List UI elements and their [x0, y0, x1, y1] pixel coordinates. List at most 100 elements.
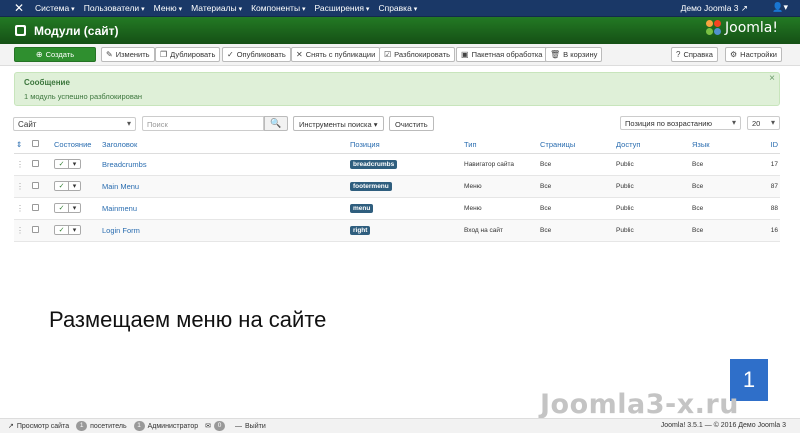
row-checkbox[interactable] [30, 219, 52, 242]
check-icon: ☑ [384, 50, 392, 59]
drag-handle-icon[interactable]: ⋮ [14, 153, 30, 176]
select-all-checkbox[interactable] [30, 137, 52, 154]
ordering-select[interactable]: Позиция по возрастанию [620, 116, 741, 130]
table-header-row: ⇕ Состояние Заголовок Позиция Тип Страни… [14, 137, 780, 154]
duplicate-button[interactable]: ❐ Дублировать [155, 47, 221, 62]
site-link[interactable]: Демо Joomla 3 ↗ [681, 3, 748, 14]
create-button[interactable]: ⊕ Создать [14, 47, 96, 62]
admins-status: 1 Администратор [133, 421, 198, 431]
mail-icon: ✉ [205, 423, 211, 430]
slide-caption: Размещаем меню на сайте [49, 307, 327, 332]
module-title-link[interactable]: Login Form [100, 219, 348, 242]
toolbar: ⊕ Создать ✎ Изменить ❐ Дублировать ✓ Опублик… [0, 44, 800, 66]
module-language: Все [690, 153, 764, 176]
module-id: 87 [764, 175, 780, 198]
state-toggle[interactable]: ✓ ▾ [52, 175, 100, 198]
col-title[interactable]: Заголовок [100, 137, 348, 154]
col-state[interactable]: Состояние [52, 137, 100, 154]
options-button[interactable]: ⚙ Настройки [725, 47, 782, 62]
row-checkbox[interactable] [30, 153, 52, 176]
success-alert: Сообщение 1 модуль успешно разблокирован… [14, 72, 780, 106]
module-type: Навигатор сайта [462, 153, 538, 176]
joomla-logo-icon [706, 20, 722, 36]
sort-icon[interactable]: ⇕ [14, 137, 30, 154]
check-icon[interactable]: ✓ [55, 226, 69, 234]
cross-icon: ✕ [296, 50, 303, 59]
col-access[interactable]: Доступ [614, 137, 690, 154]
col-type[interactable]: Тип [462, 137, 538, 154]
drag-handle-icon[interactable]: ⋮ [14, 175, 30, 198]
logout-link[interactable]: — Выйти [235, 423, 266, 430]
check-icon: ✓ [227, 50, 234, 59]
module-title-link[interactable]: Main Menu [100, 175, 348, 198]
user-icon[interactable]: 👤▾ [772, 2, 788, 13]
drag-handle-icon[interactable]: ⋮ [14, 197, 30, 220]
status-bar: ↗ Просмотр сайта 1 посетитель 1 Администрат… [0, 418, 800, 433]
table-row: ⋮ ✓ ▾ Main Menu footermenu Меню Все Publi… [14, 175, 780, 198]
joomla-icon[interactable]: ✕ [12, 1, 26, 15]
clear-button[interactable]: Очистить [389, 116, 434, 131]
publish-button[interactable]: ✓ Опубликовать [222, 47, 291, 62]
state-toggle[interactable]: ✓ ▾ [52, 153, 100, 176]
limit-select[interactable]: 20 [747, 116, 780, 130]
check-icon[interactable]: ✓ [55, 204, 69, 212]
module-title-link[interactable]: Breadcrumbs [100, 153, 348, 176]
unpublish-button[interactable]: ✕ Снять с публикации [291, 47, 381, 62]
chevron-down-icon[interactable]: ▾ [69, 204, 80, 212]
alert-message: 1 модуль успешно разблокирован [24, 92, 143, 101]
module-language: Все [690, 175, 764, 198]
check-icon[interactable]: ✓ [55, 182, 69, 190]
client-select[interactable]: Сайт [13, 117, 136, 131]
trash-icon: 🗑 [550, 50, 561, 59]
col-position[interactable]: Позиция [348, 137, 462, 154]
help-icon: ? [676, 50, 681, 59]
cube-icon [15, 25, 26, 36]
state-toggle[interactable]: ✓ ▾ [52, 197, 100, 220]
help-button[interactable]: ? Справка [671, 47, 718, 62]
module-pages: Все [538, 219, 614, 242]
col-language[interactable]: Язык [690, 137, 764, 154]
menu-help[interactable]: Справка [378, 3, 417, 13]
batch-button[interactable]: ▣ Пакетная обработка [456, 47, 548, 62]
position-badge: right [348, 219, 462, 242]
drag-handle-icon[interactable]: ⋮ [14, 219, 30, 242]
close-icon[interactable]: × [769, 73, 775, 84]
module-access: Public [614, 175, 690, 198]
chevron-down-icon[interactable]: ▾ [69, 226, 80, 234]
module-pages: Все [538, 175, 614, 198]
messages-status[interactable]: ✉ 0 [205, 421, 228, 431]
search-tools-button[interactable]: Инструменты поиска ▾ [293, 116, 384, 131]
view-site-link[interactable]: ↗ Просмотр сайта [8, 422, 69, 431]
row-checkbox[interactable] [30, 197, 52, 220]
external-link-icon: ↗ [8, 423, 14, 430]
edit-button[interactable]: ✎ Изменить [101, 47, 155, 62]
page-title: Модули (сайт) [34, 23, 119, 38]
col-pages[interactable]: Страницы [538, 137, 614, 154]
module-access: Public [614, 197, 690, 220]
chevron-down-icon[interactable]: ▾ [69, 160, 80, 168]
state-toggle[interactable]: ✓ ▾ [52, 219, 100, 242]
row-checkbox[interactable] [30, 175, 52, 198]
menu-extensions[interactable]: Расширения [315, 3, 370, 13]
menu-system[interactable]: Система [35, 3, 75, 13]
trash-button[interactable]: 🗑 В корзину [545, 47, 603, 62]
visitors-status: 1 посетитель [76, 421, 127, 431]
module-type: Меню [462, 197, 538, 220]
table-row: ⋮ ✓ ▾ Mainmenu menu Меню Все Public Все 8… [14, 197, 780, 220]
col-id[interactable]: ID [764, 137, 780, 154]
search-input[interactable]: Поиск [142, 116, 264, 131]
module-title-link[interactable]: Mainmenu [100, 197, 348, 220]
chevron-down-icon[interactable]: ▾ [69, 182, 80, 190]
menu-menus[interactable]: Меню [154, 3, 182, 13]
menu-components[interactable]: Компоненты [251, 3, 305, 13]
module-language: Все [690, 219, 764, 242]
menu-users[interactable]: Пользователи [84, 3, 145, 13]
check-icon[interactable]: ✓ [55, 160, 69, 168]
menu-content[interactable]: Материалы [191, 3, 242, 13]
brand-name: Joomla! [725, 20, 778, 36]
minus-icon: — [235, 422, 242, 430]
unlock-button[interactable]: ☑ Разблокировать [379, 47, 456, 62]
position-badge: breadcrumbs [348, 153, 462, 176]
search-icon[interactable]: 🔍 [264, 116, 288, 131]
plus-icon: ⊕ [35, 50, 43, 59]
